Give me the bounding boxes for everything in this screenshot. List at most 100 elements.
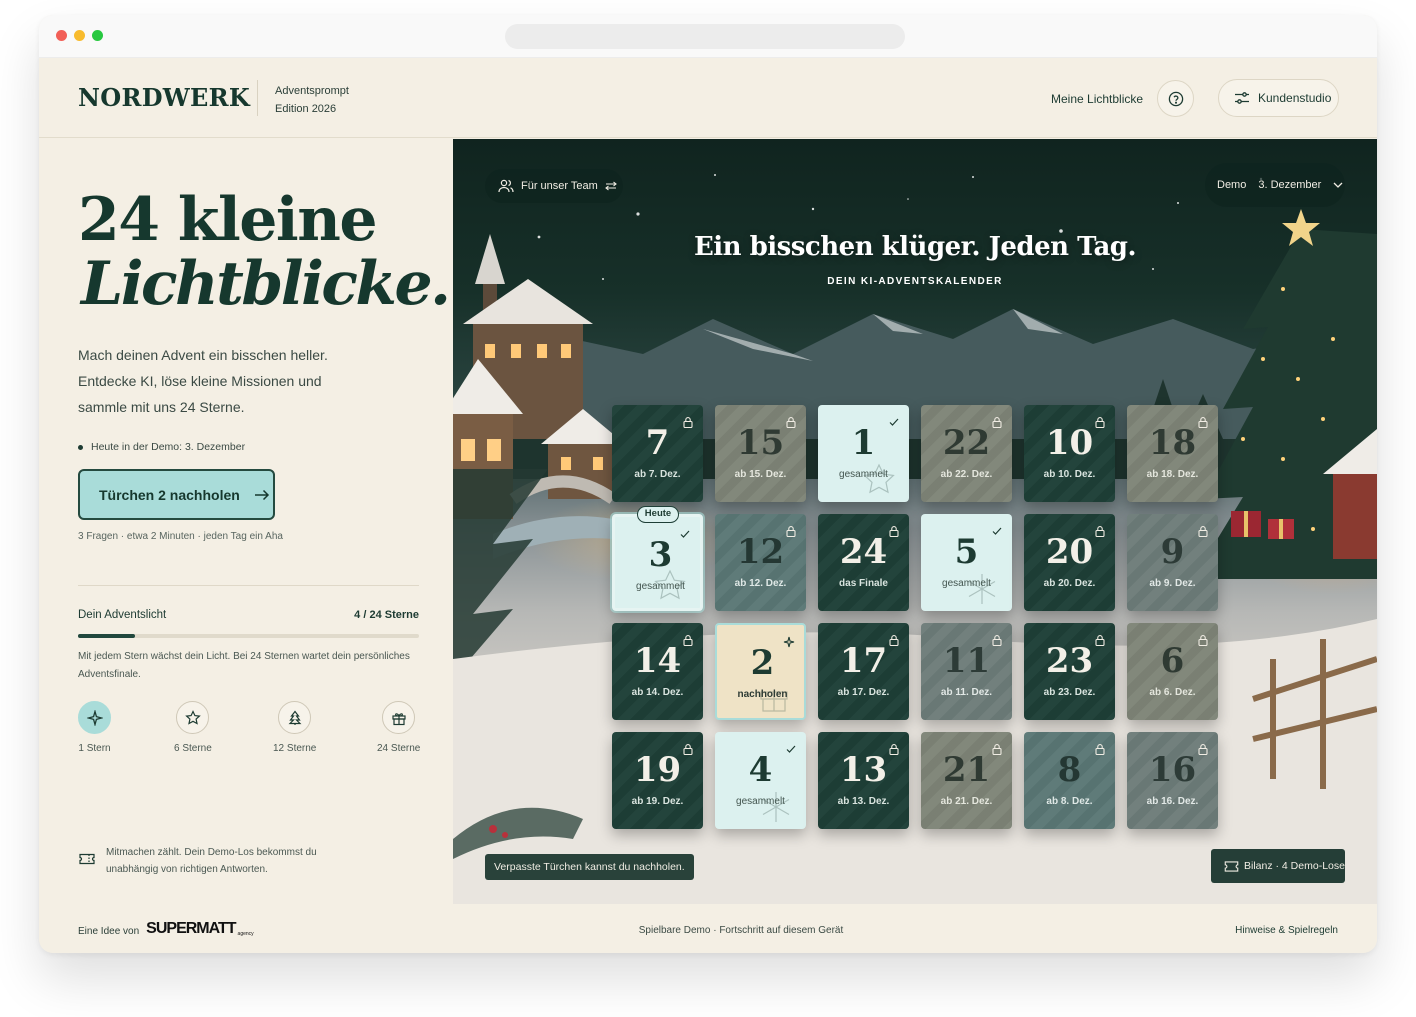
door-status-label: ab 23. Dez. — [1043, 687, 1096, 698]
door-14[interactable]: 14 ab 14. Dez. — [612, 623, 703, 720]
door-22[interactable]: 22 ab 22. Dez. — [921, 405, 1012, 502]
door-1[interactable]: 1 gesammelt — [818, 405, 909, 502]
door-status-label: ab 9. Dez. — [1149, 578, 1196, 589]
milestone-4[interactable]: 24 Sterne — [377, 701, 420, 754]
door-number: 18 — [1148, 423, 1197, 463]
snowflake-decoration-icon — [758, 789, 794, 825]
milestone-4-circle — [382, 701, 416, 734]
maximize-window-icon[interactable] — [92, 30, 103, 41]
divider — [78, 585, 419, 586]
door-4[interactable]: 4 gesammelt — [715, 732, 806, 829]
door-number: 24 — [839, 532, 888, 572]
door-13[interactable]: 13 ab 13. Dez. — [818, 732, 909, 829]
door-16[interactable]: 16 ab 16. Dez. — [1127, 732, 1218, 829]
intro-panel: 24 kleine Lichtblicke. Mach deinen Adven… — [39, 139, 453, 904]
door-24[interactable]: 24 das Finale — [818, 514, 909, 611]
advent-door-grid: 7 ab 7. Dez. 15 ab 15. Dez. 1 gesammelt 22 ab 2… — [612, 405, 1218, 829]
browser-titlebar — [39, 15, 1377, 58]
door-status-label: ab 19. Dez. — [631, 796, 684, 807]
stage-title: Ein bisschen klüger. Jeden Tag. — [693, 232, 1137, 262]
door-3[interactable]: Heute 3 gesammelt — [612, 506, 703, 611]
nav-my-lights[interactable]: Meine Lichtblicke — [1051, 92, 1143, 106]
door-number: 3 — [648, 535, 673, 575]
door-status-label: ab 8. Dez. — [1046, 796, 1093, 807]
advent-calendar-stage: Für unser Team Demo 3. Dezember Ein biss… — [453, 139, 1377, 904]
milestone-1-label: 1 Stern — [78, 743, 111, 754]
address-bar[interactable] — [505, 24, 905, 49]
door-status-label: ab 6. Dez. — [1149, 687, 1196, 698]
door-9[interactable]: 9 ab 9. Dez. — [1127, 514, 1218, 611]
door-19[interactable]: 19 ab 19. Dez. — [612, 732, 703, 829]
lottery-note: Mitmachen zählt. Dein Demo-Los bekommst … — [78, 844, 328, 878]
catch-up-hint: Verpasste Türchen kannst du nachholen. — [485, 854, 694, 880]
demo-date-selector[interactable]: Demo 3. Dezember — [1205, 163, 1345, 207]
door-11[interactable]: 11 ab 11. Dez. — [921, 623, 1012, 720]
door-status-label: ab 10. Dez. — [1043, 469, 1096, 480]
arrow-right-icon — [254, 489, 269, 500]
door-18[interactable]: 18 ab 18. Dez. — [1127, 405, 1218, 502]
door-status-label: gesammelt — [839, 469, 888, 480]
summary-button[interactable]: Bilanz · 4 Demo-Lose — [1211, 849, 1345, 883]
door-status-label: ab 16. Dez. — [1146, 796, 1199, 807]
door-number: 6 — [1160, 641, 1185, 681]
door-15[interactable]: 15 ab 15. Dez. — [715, 405, 806, 502]
door-23[interactable]: 23 ab 23. Dez. — [1024, 623, 1115, 720]
progress-bar — [78, 634, 419, 638]
intro-text: Mach deinen Advent ein bisschen heller. … — [78, 347, 328, 415]
door-number: 1 — [851, 423, 876, 463]
rules-link[interactable]: Hinweise & Spielregeln — [1235, 925, 1338, 936]
logo[interactable]: NORDWERK — [78, 83, 250, 112]
users-icon — [498, 179, 514, 193]
door-number: 7 — [645, 423, 670, 463]
browser-window: NORDWERK Adventsprompt Edition 2026 Mein… — [39, 15, 1377, 953]
snowflake-decoration-icon — [964, 571, 1000, 607]
milestone-2[interactable]: 6 Sterne — [174, 701, 212, 754]
site-footer: Eine Idee von SUPERMATT agency Spielbare… — [39, 904, 1377, 953]
milestone-3-circle — [278, 701, 312, 734]
door-21[interactable]: 21 ab 21. Dez. — [921, 732, 1012, 829]
customer-studio-label: Kundenstudio — [1258, 91, 1332, 105]
hero-title-line-2: Lichtblicke. — [81, 249, 451, 319]
team-selector-button[interactable]: Für unser Team — [485, 169, 623, 203]
minimize-window-icon[interactable] — [74, 30, 85, 41]
door-status-label: gesammelt — [636, 581, 685, 592]
demo-date: 3. Dezember — [1258, 179, 1322, 191]
door-status-label: ab 7. Dez. — [634, 469, 681, 480]
progress-note: Mit jedem Stern wächst dein Licht. Bei 2… — [78, 651, 410, 680]
quiz-meta: 3 Fragen · etwa 2 Minuten · jeden Tag ei… — [78, 531, 283, 542]
door-number: 4 — [748, 750, 773, 790]
door-5[interactable]: 5 gesammelt — [921, 514, 1012, 611]
bullet-dot-icon — [78, 444, 83, 450]
stage-subtitle: DEIN KI-ADVENTSKALENDER — [827, 276, 1003, 287]
milestone-2-label: 6 Sterne — [174, 743, 212, 754]
door-10[interactable]: 10 ab 10. Dez. — [1024, 405, 1115, 502]
door-7[interactable]: 7 ab 7. Dez. — [612, 405, 703, 502]
lottery-note-text: Mitmachen zählt. Dein Demo-Los bekommst … — [106, 847, 317, 875]
door-17[interactable]: 17 ab 17. Dez. — [818, 623, 909, 720]
catch-up-door-label: Türchen 2 nachholen — [99, 486, 240, 503]
ticket-icon — [1224, 860, 1239, 872]
help-button[interactable] — [1157, 80, 1194, 117]
logo-divider — [257, 80, 258, 116]
door-number: 2 — [750, 643, 775, 683]
summary-label: Bilanz · 4 Demo-Lose — [1244, 860, 1345, 872]
switch-arrows-icon — [604, 181, 617, 191]
door-2[interactable]: 2 nachholen — [715, 623, 806, 720]
door-12[interactable]: 12 ab 12. Dez. — [715, 514, 806, 611]
demo-notice: Spielbare Demo · Fortschritt auf diesem … — [638, 925, 844, 936]
door-8[interactable]: 8 ab 8. Dez. — [1024, 732, 1115, 829]
customer-studio-button[interactable]: Kundenstudio — [1218, 79, 1339, 117]
door-status-label: ab 20. Dez. — [1043, 578, 1096, 589]
catch-up-door-button[interactable]: Türchen 2 nachholen — [78, 469, 275, 520]
sliders-icon — [1235, 92, 1249, 104]
door-status-label: ab 22. Dez. — [940, 469, 993, 480]
milestone-4-label: 24 Sterne — [377, 743, 421, 754]
door-number: 11 — [942, 641, 991, 681]
door-number: 13 — [839, 750, 888, 790]
door-status-label: nachholen — [737, 689, 788, 700]
door-20[interactable]: 20 ab 20. Dez. — [1024, 514, 1115, 611]
door-6[interactable]: 6 ab 6. Dez. — [1127, 623, 1218, 720]
milestone-3[interactable]: 12 Sterne — [273, 701, 316, 754]
close-window-icon[interactable] — [56, 30, 67, 41]
milestone-1[interactable]: 1 Stern — [78, 701, 111, 754]
